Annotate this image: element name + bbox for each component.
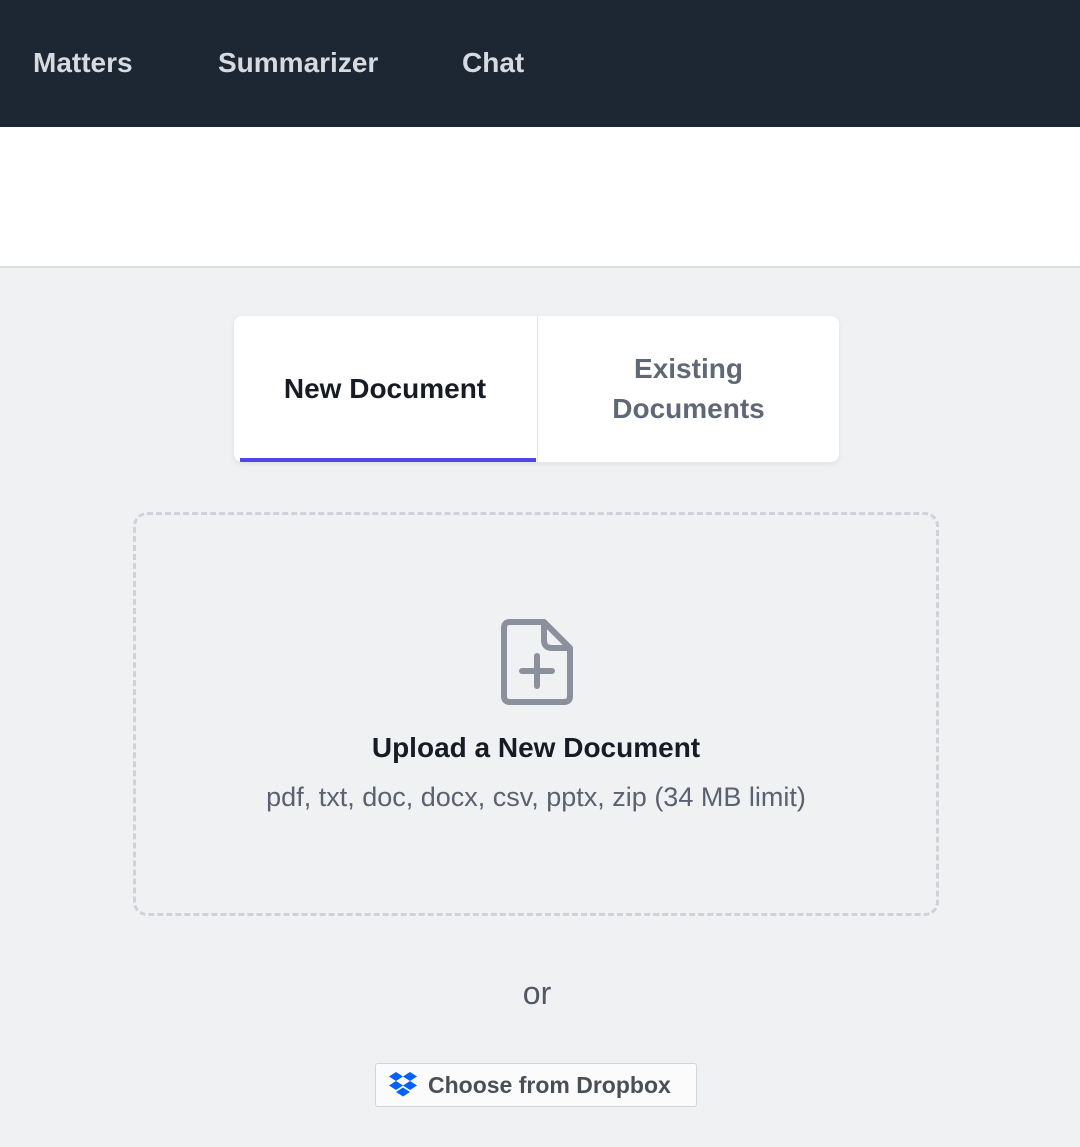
choose-from-dropbox-button[interactable]: Choose from Dropbox — [375, 1063, 697, 1107]
active-tab-indicator — [240, 458, 536, 462]
upload-title: Upload a New Document — [371, 732, 701, 763]
nav-item-chat[interactable]: Chat — [462, 44, 524, 82]
dropbox-button-label: Choose from Dropbox — [428, 1072, 671, 1098]
dropbox-icon — [389, 1072, 417, 1097]
or-separator: or — [522, 975, 552, 1011]
top-nav-bar: Matters Summarizer Chat — [0, 0, 1080, 127]
upload-dropzone[interactable] — [133, 512, 939, 916]
tab-existing-documents[interactable]: Existing Documents — [537, 316, 839, 462]
tab-existing-documents-label: Existing Documents — [612, 353, 765, 424]
nav-item-matters[interactable]: Matters — [33, 44, 133, 82]
upload-file-types: pdf, txt, doc, docx, csv, pptx, zip (34 … — [266, 782, 806, 812]
file-plus-icon — [501, 619, 573, 705]
document-source-tabs: New Document Existing Documents — [234, 316, 839, 462]
nav-item-summarizer[interactable]: Summarizer — [218, 44, 378, 82]
tab-new-document-label: New Document — [283, 373, 487, 404]
page-header — [0, 127, 1080, 268]
tab-new-document[interactable]: New Document — [234, 316, 536, 462]
